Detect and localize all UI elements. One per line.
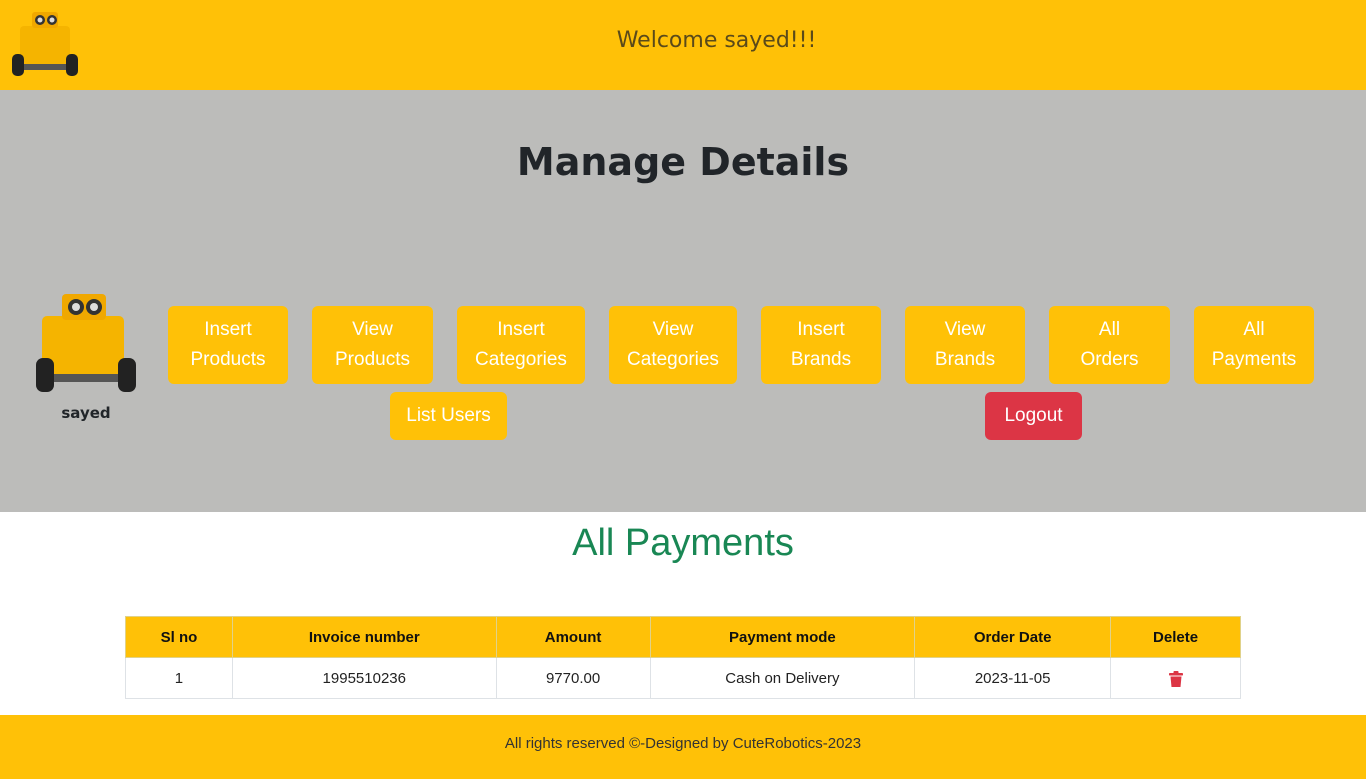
button-label: Brands [790,349,852,370]
button-label: Insert [497,319,545,340]
view-categories-button[interactable]: View Categories [609,306,737,384]
insert-products-button[interactable]: Insert Products [168,306,288,384]
button-label: Brands [934,349,996,370]
column-header: Sl no [125,616,233,658]
insert-categories-button[interactable]: Insert Categories [457,306,585,384]
welcome-message: Welcome sayed!!! [616,28,817,53]
logout-button[interactable]: Logout [985,392,1082,440]
button-label: Categories [627,349,719,370]
insert-brands-button[interactable]: Insert Brands [761,306,881,384]
trash-icon[interactable] [1168,670,1183,687]
button-label: Insert [797,319,845,340]
cell-sl-no: 1 [125,657,233,699]
payments-heading: All Payments [572,522,794,564]
button-label: View [944,319,986,340]
button-label: View [352,319,393,340]
cell-payment-mode: Cash on Delivery [649,657,916,699]
view-brands-button[interactable]: View Brands [905,306,1025,384]
user-name: sayed [61,404,111,422]
cell-invoice-number: 1995510236 [231,657,497,699]
payments-table: Sl no Invoice number Amount Payment mode… [125,616,1241,699]
table-row: 1 1995510236 9770.00 Cash on Delivery 20… [125,657,1241,699]
manage-details-section: Manage Details sayed Insert Products View… [0,90,1366,512]
button-label: Categories [475,349,567,370]
cell-delete [1110,657,1241,699]
cell-order-date: 2023-11-05 [914,657,1112,699]
column-header: Order Date [914,616,1112,658]
column-header: Invoice number [231,616,497,658]
button-label: View [652,319,694,340]
all-orders-button[interactable]: All Orders [1049,306,1170,384]
button-label: All [1098,319,1121,340]
list-users-button[interactable]: List Users [390,392,507,440]
column-header: Delete [1110,616,1241,658]
all-payments-button[interactable]: All Payments [1194,306,1314,384]
column-header: Payment mode [649,616,916,658]
column-header: Amount [495,616,651,658]
button-label: Payments [1211,349,1297,370]
button-label: Insert [204,319,252,340]
footer: All rights reserved ©-Designed by CuteRo… [0,715,1366,779]
button-label: Logout [1004,405,1063,426]
cell-amount: 9770.00 [495,657,651,699]
button-label: All [1243,319,1265,340]
footer-copyright: All rights reserved ©-Designed by CuteRo… [504,735,862,752]
top-navbar: Welcome sayed!!! [0,0,1366,90]
table-header-row: Sl no Invoice number Amount Payment mode… [125,616,1241,658]
button-label: Orders [1080,349,1139,370]
view-products-button[interactable]: View Products [312,306,433,384]
robot-avatar-icon [36,294,136,392]
button-label: List Users [406,405,491,426]
button-label: Products [190,349,266,370]
button-label: Products [335,349,410,370]
page-title: Manage Details [516,140,850,184]
